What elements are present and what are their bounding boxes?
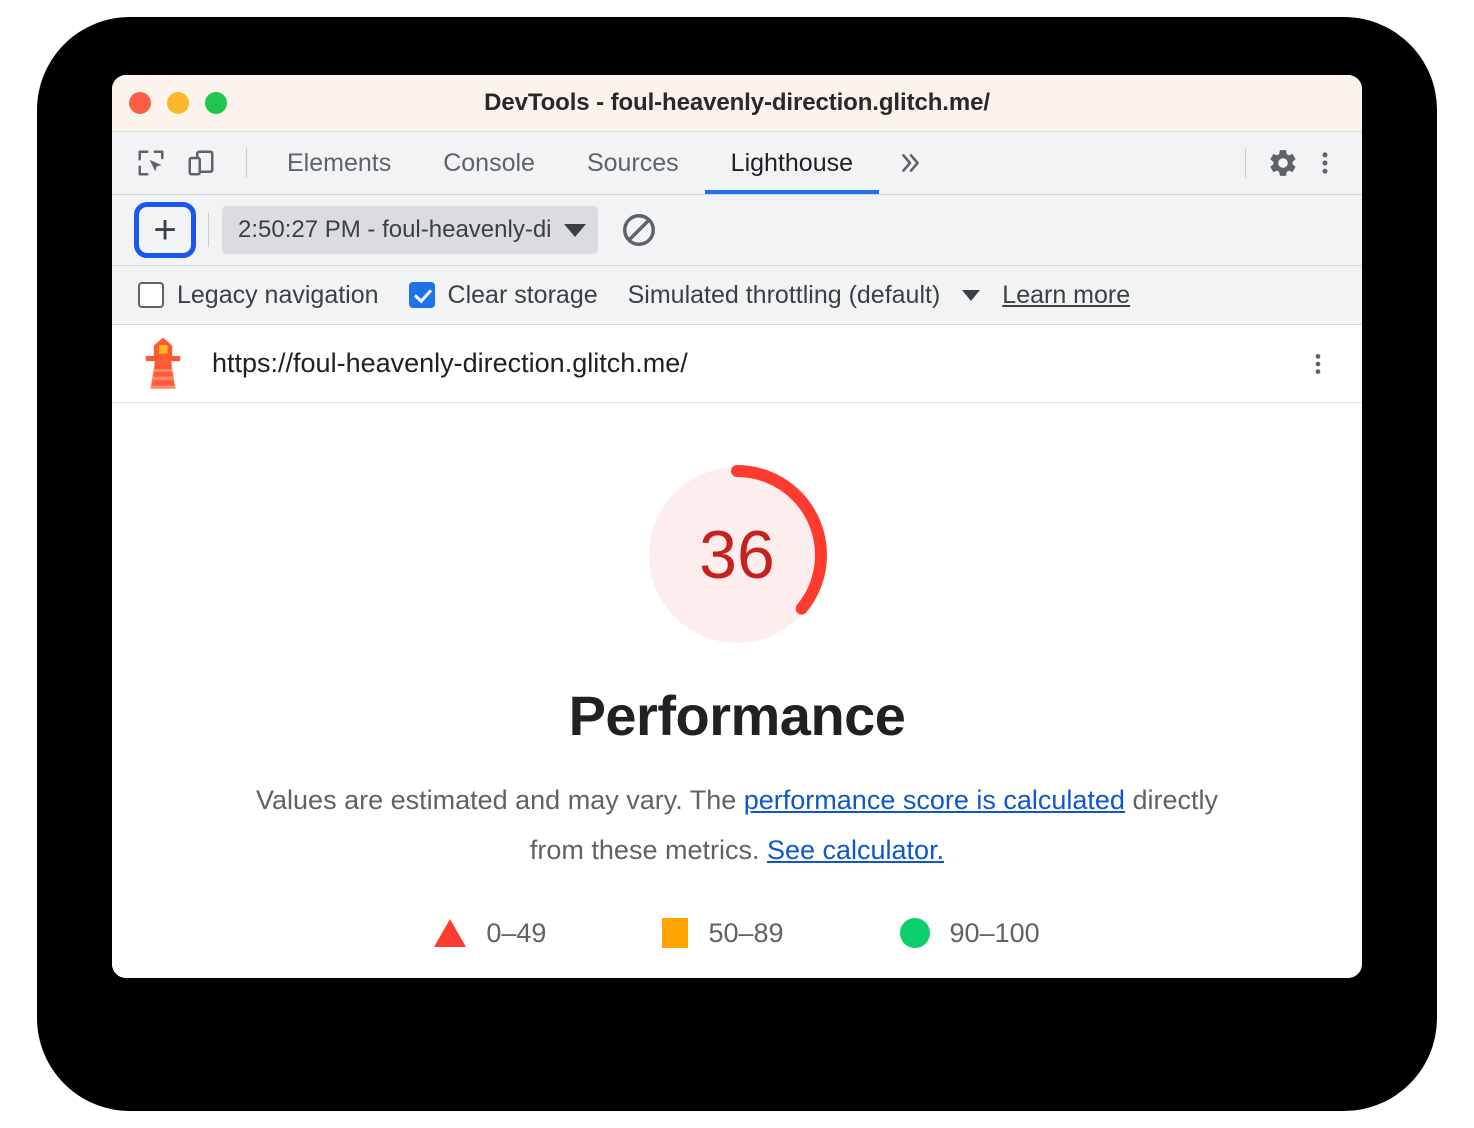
report-header: https://foul-heavenly-direction.glitch.m… — [112, 325, 1362, 403]
tab-elements-label: Elements — [287, 148, 392, 177]
see-calculator-link[interactable]: See calculator. — [767, 835, 944, 865]
close-window-button[interactable] — [129, 92, 151, 114]
more-tabs-icon[interactable] — [879, 132, 941, 194]
score-category-title: Performance — [568, 684, 906, 747]
toolbar-divider — [246, 148, 247, 178]
tab-sources[interactable]: Sources — [561, 132, 705, 194]
device-toolbar-icon[interactable] — [182, 144, 220, 182]
clear-all-button[interactable] — [616, 207, 662, 253]
legend-pass-range: 90–100 — [949, 917, 1040, 948]
maximize-window-button[interactable] — [205, 92, 227, 114]
lighthouse-report-body: 36 Performance Values are estimated and … — [112, 403, 1362, 978]
legend-item-fail: 0–49 — [434, 918, 546, 949]
tab-sources-label: Sources — [586, 148, 679, 177]
square-average-icon — [662, 918, 689, 949]
minimize-window-button[interactable] — [167, 92, 189, 114]
lighthouse-run-toolbar: + 2:50:27 PM - foul-heavenly-di — [112, 195, 1362, 266]
clear-storage-label: Clear storage — [447, 280, 598, 309]
report-select[interactable]: 2:50:27 PM - foul-heavenly-di — [222, 206, 598, 254]
score-legend: 0–49 50–89 90–100 — [376, 918, 1097, 949]
tab-console-label: Console — [443, 148, 535, 177]
lighthouse-options-row: Legacy navigation Clear storage Simulate… — [112, 266, 1362, 325]
lighthouse-icon — [145, 337, 181, 389]
chevron-down-icon — [563, 223, 586, 237]
legend-item-average: 50–89 — [662, 917, 784, 949]
legend-fail-range: 0–49 — [486, 917, 547, 948]
legacy-navigation-checkbox[interactable] — [138, 282, 164, 308]
devtools-window: DevTools - foul-heavenly-direction.glitc… — [112, 75, 1362, 978]
tab-lighthouse-label: Lighthouse — [730, 148, 853, 177]
circle-pass-icon — [899, 918, 930, 949]
settings-gear-icon[interactable] — [1264, 144, 1302, 182]
chevron-down-icon — [962, 289, 981, 301]
report-options-icon[interactable] — [1296, 342, 1340, 386]
window-traffic-lights — [129, 92, 227, 114]
tab-console[interactable]: Console — [417, 132, 561, 194]
score-description: Values are estimated and may vary. The p… — [242, 776, 1232, 876]
performance-score-gauge: 36 — [647, 465, 827, 645]
actions-divider — [1245, 148, 1246, 178]
score-description-before: Values are estimated and may vary. The — [256, 785, 744, 815]
tab-elements[interactable]: Elements — [261, 132, 417, 194]
devtools-tool-icons — [112, 144, 261, 182]
new-report-label: + — [153, 208, 177, 252]
no-entry-icon — [622, 214, 655, 246]
legend-item-pass: 90–100 — [899, 917, 1040, 949]
legacy-navigation-label: Legacy navigation — [177, 280, 379, 309]
run-toolbar-divider — [208, 213, 209, 247]
window-title: DevTools - foul-heavenly-direction.glitc… — [484, 89, 990, 116]
clear-storage-checkbox[interactable] — [408, 282, 435, 308]
legacy-navigation-option[interactable]: Legacy navigation — [138, 281, 379, 310]
more-options-icon[interactable] — [1306, 144, 1344, 182]
report-url: https://foul-heavenly-direction.glitch.m… — [212, 348, 688, 378]
devtools-tabstrip: Elements Console Sources Lighthouse — [112, 131, 1362, 195]
gauge-score-value: 36 — [699, 517, 775, 593]
devtools-tabs: Elements Console Sources Lighthouse — [261, 132, 941, 194]
report-select-value: 2:50:27 PM - foul-heavenly-di — [238, 216, 552, 243]
legend-average-range: 50–89 — [708, 917, 784, 948]
throttling-label: Simulated throttling (default) — [627, 280, 941, 309]
clear-storage-option[interactable]: Clear storage — [408, 280, 598, 310]
triangle-fail-icon — [434, 919, 467, 948]
tab-lighthouse[interactable]: Lighthouse — [704, 132, 880, 194]
window-titlebar: DevTools - foul-heavenly-direction.glitc… — [112, 75, 1362, 131]
learn-more-link[interactable]: Learn more — [1002, 281, 1130, 310]
new-report-button[interactable]: + — [134, 202, 196, 258]
performance-score-calculated-link[interactable]: performance score is calculated — [744, 785, 1125, 815]
throttling-select[interactable]: Simulated throttling (default) — [628, 281, 981, 310]
inspect-element-icon[interactable] — [132, 144, 170, 182]
devtools-tabstrip-actions — [1231, 144, 1362, 182]
